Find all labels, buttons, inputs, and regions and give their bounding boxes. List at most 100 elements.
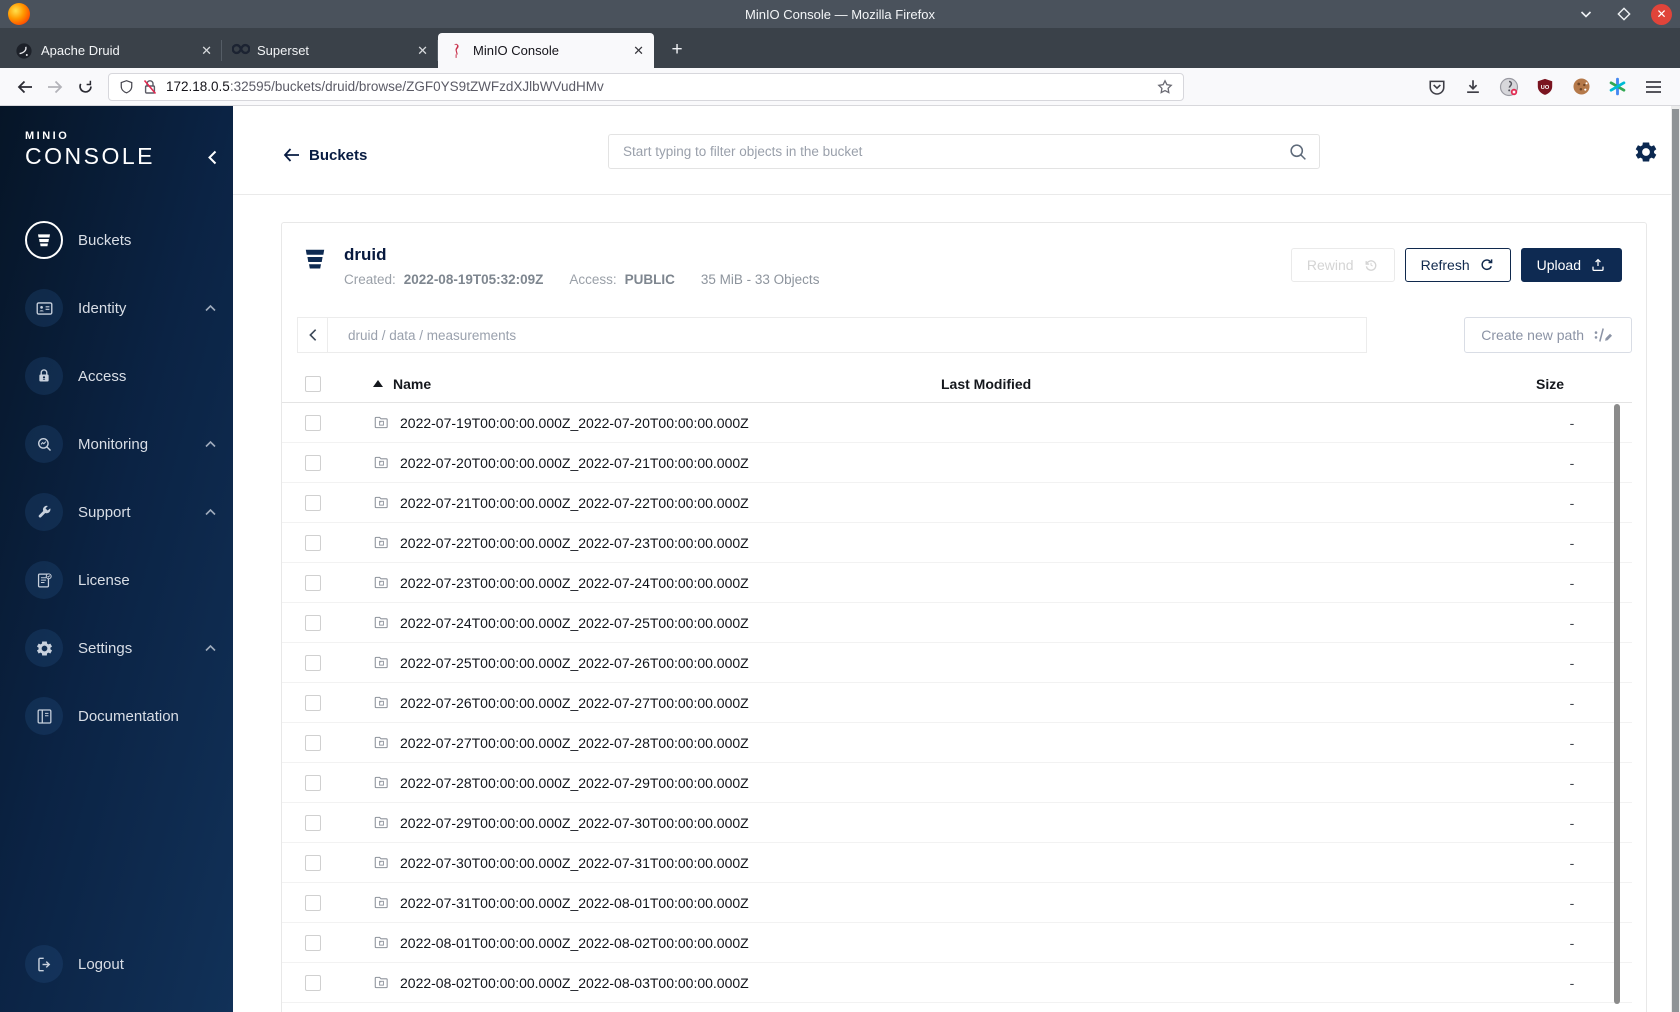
- select-all-checkbox[interactable]: [305, 375, 321, 392]
- row-checkbox[interactable]: [305, 414, 321, 431]
- object-row[interactable]: 2022-07-19T00:00:00.000Z_2022-07-20T00:0…: [282, 403, 1632, 443]
- tab-superset[interactable]: Superset ✕: [221, 33, 438, 68]
- rewind-button[interactable]: Rewind: [1290, 248, 1395, 282]
- sidebar-item-buckets[interactable]: Buckets: [0, 206, 233, 274]
- cookie-icon[interactable]: [1570, 76, 1592, 98]
- menu-hamburger-icon[interactable]: [1642, 76, 1664, 98]
- chevron-up-icon[interactable]: [205, 644, 216, 652]
- page-scrollbar[interactable]: [1671, 106, 1680, 1012]
- forward-icon[interactable]: [40, 73, 70, 101]
- object-name[interactable]: 2022-07-25T00:00:00.000Z_2022-07-26T00:0…: [400, 655, 749, 671]
- chevron-up-icon[interactable]: [205, 508, 216, 516]
- object-row[interactable]: 2022-07-20T00:00:00.000Z_2022-07-21T00:0…: [282, 443, 1632, 483]
- row-checkbox[interactable]: [305, 774, 321, 791]
- pocket-icon[interactable]: [1426, 76, 1448, 98]
- row-checkbox[interactable]: [305, 574, 321, 591]
- tab-close-icon[interactable]: ✕: [633, 43, 644, 59]
- download-icon[interactable]: [1462, 76, 1484, 98]
- object-name[interactable]: 2022-07-26T00:00:00.000Z_2022-07-27T00:0…: [400, 695, 749, 711]
- row-checkbox[interactable]: [305, 854, 321, 871]
- table-scrollbar[interactable]: [1614, 404, 1620, 1004]
- url-bar[interactable]: 172.18.0.5:32595/buckets/druid/browse/ZG…: [108, 72, 1184, 101]
- new-tab-button[interactable]: +: [662, 35, 692, 65]
- sidebar-item-license[interactable]: License: [0, 546, 233, 614]
- row-checkbox[interactable]: [305, 814, 321, 831]
- refresh-button[interactable]: Refresh: [1404, 248, 1511, 282]
- object-name[interactable]: 2022-07-29T00:00:00.000Z_2022-07-30T00:0…: [400, 815, 749, 831]
- object-row[interactable]: 2022-07-23T00:00:00.000Z_2022-07-24T00:0…: [282, 563, 1632, 603]
- row-checkbox[interactable]: [305, 934, 321, 951]
- object-name[interactable]: 2022-08-02T00:00:00.000Z_2022-08-03T00:0…: [400, 975, 749, 991]
- object-row[interactable]: 2022-07-24T00:00:00.000Z_2022-07-25T00:0…: [282, 603, 1632, 643]
- page-scrollbar-thumb[interactable]: [1672, 109, 1679, 1012]
- row-checkbox[interactable]: [305, 894, 321, 911]
- tracking-shield-icon[interactable]: [119, 79, 134, 95]
- sidebar-item-documentation[interactable]: Documentation: [0, 682, 233, 750]
- object-name[interactable]: 2022-07-28T00:00:00.000Z_2022-07-29T00:0…: [400, 775, 749, 791]
- object-name[interactable]: 2022-08-01T00:00:00.000Z_2022-08-02T00:0…: [400, 935, 749, 951]
- row-checkbox[interactable]: [305, 534, 321, 551]
- path-back-chevron[interactable]: [298, 318, 328, 352]
- column-header-size[interactable]: Size: [1512, 376, 1632, 392]
- row-checkbox[interactable]: [305, 494, 321, 511]
- tab-close-icon[interactable]: ✕: [417, 43, 428, 59]
- object-row[interactable]: 2022-07-25T00:00:00.000Z_2022-07-26T00:0…: [282, 643, 1632, 683]
- upload-button[interactable]: Upload: [1520, 248, 1622, 282]
- window-maximize-icon[interactable]: [1613, 3, 1635, 25]
- object-name[interactable]: 2022-07-22T00:00:00.000Z_2022-07-23T00:0…: [400, 535, 749, 551]
- row-checkbox[interactable]: [305, 734, 321, 751]
- sidebar-collapse-icon[interactable]: [208, 150, 217, 165]
- back-icon[interactable]: [10, 73, 40, 101]
- tab-minio-console[interactable]: MinIO Console ✕: [437, 33, 654, 68]
- sidebar-item-logout[interactable]: Logout: [0, 930, 233, 998]
- console-settings-gear-icon[interactable]: [1633, 139, 1659, 165]
- object-name[interactable]: 2022-07-23T00:00:00.000Z_2022-07-24T00:0…: [400, 575, 749, 591]
- sidebar-item-identity[interactable]: Identity: [0, 274, 233, 342]
- object-name[interactable]: 2022-07-19T00:00:00.000Z_2022-07-20T00:0…: [400, 415, 749, 431]
- window-minimize-icon[interactable]: [1575, 3, 1597, 25]
- reload-icon[interactable]: [70, 73, 100, 101]
- tab-apache-druid[interactable]: Apache Druid ✕: [6, 33, 222, 68]
- object-row[interactable]: 2022-07-22T00:00:00.000Z_2022-07-23T00:0…: [282, 523, 1632, 563]
- insecure-lock-icon[interactable]: [143, 79, 157, 95]
- window-close-icon[interactable]: ✕: [1651, 3, 1672, 25]
- sidebar-item-access[interactable]: Access: [0, 342, 233, 410]
- column-header-last-modified[interactable]: Last Modified: [941, 376, 1512, 392]
- sidebar-item-settings[interactable]: Settings: [0, 614, 233, 682]
- create-new-path-button[interactable]: Create new path: [1464, 317, 1632, 353]
- ublock-shield-icon[interactable]: UO: [1534, 76, 1556, 98]
- object-name[interactable]: 2022-07-20T00:00:00.000Z_2022-07-21T00:0…: [400, 455, 749, 471]
- row-checkbox[interactable]: [305, 454, 321, 471]
- object-row[interactable]: 2022-07-29T00:00:00.000Z_2022-07-30T00:0…: [282, 803, 1632, 843]
- asterisk-extension-icon[interactable]: [1606, 76, 1628, 98]
- bookmark-star-icon[interactable]: [1157, 78, 1173, 95]
- column-header-name[interactable]: Name: [393, 376, 431, 392]
- object-name[interactable]: 2022-07-21T00:00:00.000Z_2022-07-22T00:0…: [400, 495, 749, 511]
- object-name[interactable]: 2022-07-31T00:00:00.000Z_2022-08-01T00:0…: [400, 895, 749, 911]
- tab-close-icon[interactable]: ✕: [201, 43, 212, 59]
- object-row[interactable]: 2022-07-31T00:00:00.000Z_2022-08-01T00:0…: [282, 883, 1632, 923]
- object-row[interactable]: 2022-07-28T00:00:00.000Z_2022-07-29T00:0…: [282, 763, 1632, 803]
- object-row[interactable]: 2022-08-02T00:00:00.000Z_2022-08-03T00:0…: [282, 963, 1632, 1003]
- sidebar-item-monitoring[interactable]: Monitoring: [0, 410, 233, 478]
- breadcrumb[interactable]: druid / data / measurements: [328, 328, 516, 343]
- object-row[interactable]: 2022-07-26T00:00:00.000Z_2022-07-27T00:0…: [282, 683, 1632, 723]
- chevron-up-icon[interactable]: [205, 440, 216, 448]
- row-checkbox[interactable]: [305, 694, 321, 711]
- sidebar-item-support[interactable]: Support: [0, 478, 233, 546]
- object-row[interactable]: 2022-08-01T00:00:00.000Z_2022-08-02T00:0…: [282, 923, 1632, 963]
- object-name[interactable]: 2022-07-24T00:00:00.000Z_2022-07-25T00:0…: [400, 615, 749, 631]
- row-checkbox[interactable]: [305, 614, 321, 631]
- row-checkbox[interactable]: [305, 654, 321, 671]
- object-row[interactable]: 2022-07-21T00:00:00.000Z_2022-07-22T00:0…: [282, 483, 1632, 523]
- extension-disabled-icon[interactable]: [1498, 76, 1520, 98]
- row-checkbox[interactable]: [305, 974, 321, 991]
- object-name[interactable]: 2022-07-27T00:00:00.000Z_2022-07-28T00:0…: [400, 735, 749, 751]
- sort-ascending-icon[interactable]: [373, 380, 383, 387]
- back-to-buckets[interactable]: Buckets: [283, 147, 367, 164]
- object-name[interactable]: 2022-07-30T00:00:00.000Z_2022-07-31T00:0…: [400, 855, 749, 871]
- chevron-up-icon[interactable]: [205, 304, 216, 312]
- object-row[interactable]: 2022-07-27T00:00:00.000Z_2022-07-28T00:0…: [282, 723, 1632, 763]
- object-filter-input[interactable]: [609, 144, 1289, 159]
- object-row[interactable]: 2022-07-30T00:00:00.000Z_2022-07-31T00:0…: [282, 843, 1632, 883]
